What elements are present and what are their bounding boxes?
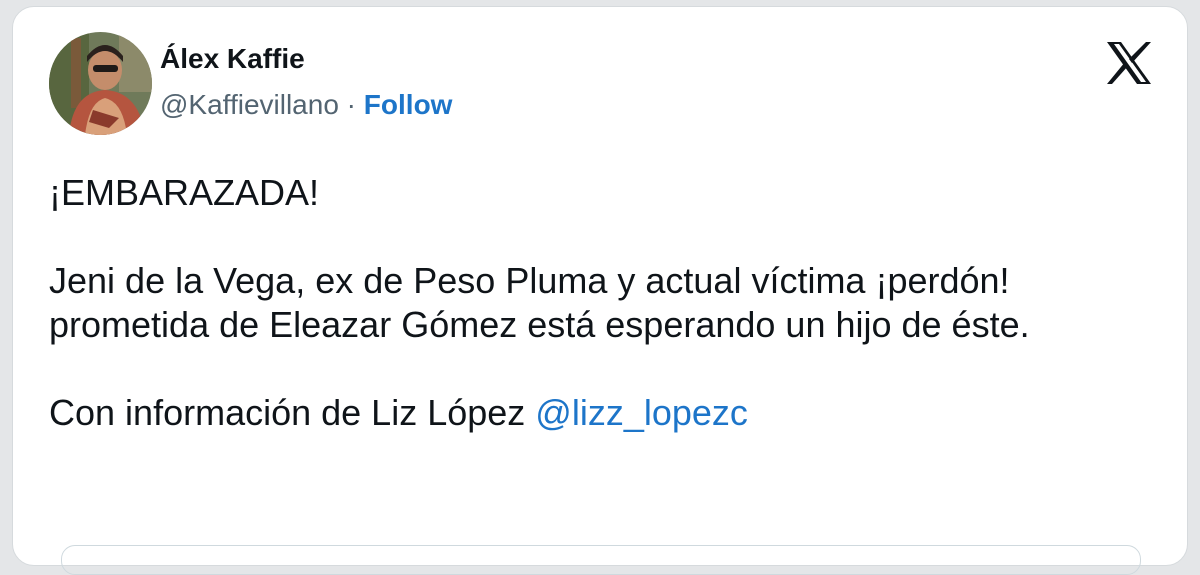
- tweet-headline: ¡EMBARAZADA!: [49, 172, 320, 213]
- tweet-credit: Con información de Liz López @lizz_lopez…: [49, 391, 1169, 435]
- tweet-text: ¡EMBARAZADA! Jeni de la Vega, ex de Peso…: [49, 171, 1169, 435]
- x-logo-icon[interactable]: [1105, 41, 1153, 85]
- tweet-card: Álex Kaffie @Kaffievillano · Follow ¡EMB…: [12, 6, 1188, 575]
- author-handle-row: @Kaffievillano · Follow: [160, 89, 452, 121]
- embedded-media-card[interactable]: [61, 545, 1141, 575]
- author-display-name[interactable]: Álex Kaffie: [160, 43, 305, 75]
- avatar-photo: [49, 32, 152, 135]
- mention-link[interactable]: @lizz_lopezc: [535, 392, 748, 433]
- tweet-paragraph: Jeni de la Vega, ex de Peso Pluma y actu…: [49, 260, 1030, 345]
- separator-dot: ·: [338, 89, 364, 120]
- follow-button[interactable]: Follow: [364, 89, 453, 120]
- credit-text: Con información de Liz López: [49, 392, 536, 433]
- avatar[interactable]: [49, 32, 152, 135]
- author-handle[interactable]: @Kaffievillano: [160, 89, 339, 120]
